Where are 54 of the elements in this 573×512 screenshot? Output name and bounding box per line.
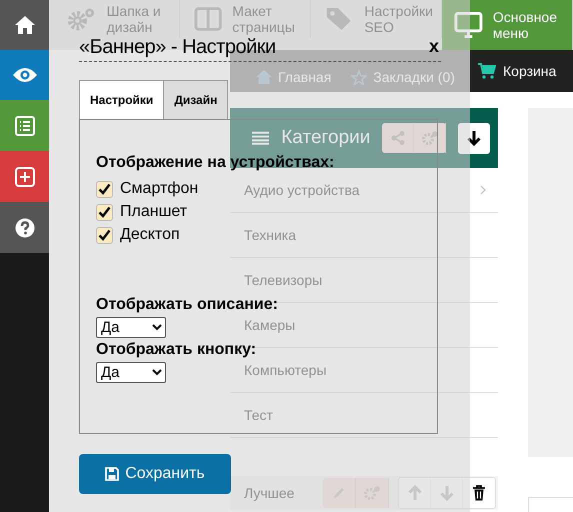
sidebar-button[interactable]	[0, 0, 49, 50]
section-heading: Отображение на устройствах:	[96, 154, 334, 172]
checkbox-label: Смартфон	[120, 180, 198, 198]
list-icon	[14, 116, 34, 136]
eye-icon	[12, 67, 38, 83]
featured-label: Лучшее	[244, 485, 296, 501]
checkbox-label: Десктоп	[120, 226, 180, 244]
categories-title: Категории	[281, 127, 370, 149]
save-button[interactable]: Сохранить	[79, 454, 231, 494]
field-label: Отображать кнопку:	[96, 341, 256, 359]
gears-icon	[420, 130, 439, 146]
sidebar-button[interactable]	[0, 151, 49, 202]
tab[interactable]: Дизайн	[164, 80, 228, 119]
sidebar-button[interactable]	[0, 202, 49, 253]
arrow-up-icon	[408, 485, 422, 501]
toolbar-item[interactable]: Основное меню	[442, 0, 573, 50]
arrow-down-icon	[467, 130, 482, 146]
category-item[interactable]: Компьютеры	[244, 362, 327, 378]
menu-icon	[252, 131, 270, 145]
toolbar-item[interactable]: Макет страницы	[180, 0, 311, 38]
sidebar-button[interactable]	[0, 50, 49, 100]
toolbar-item[interactable]: Настройки SEO	[311, 0, 442, 38]
checkbox[interactable]	[96, 226, 113, 244]
category-item[interactable]: Аудио устройства	[244, 182, 360, 198]
home-icon	[14, 15, 36, 35]
share-icon	[390, 131, 405, 145]
cart-link[interactable]: Корзина	[470, 50, 573, 92]
toolbar-item[interactable]: Шапка и дизайн	[49, 0, 180, 38]
checkbox[interactable]	[96, 180, 113, 198]
category-item[interactable]: Техника	[244, 227, 296, 243]
layout-icon	[194, 6, 222, 32]
move-down-button[interactable]	[458, 122, 490, 154]
category-item[interactable]: Тест	[244, 407, 273, 423]
cart-icon	[478, 63, 496, 79]
home-icon	[256, 70, 272, 84]
category-item[interactable]: Камеры	[244, 317, 296, 333]
monitor-icon	[454, 11, 483, 39]
arrow-down-icon	[440, 485, 454, 501]
dialog-title: «Баннер» - Настройки	[79, 37, 276, 57]
sidebar-button[interactable]	[0, 100, 49, 151]
category-item[interactable]: Телевизоры	[244, 272, 322, 288]
star-icon	[351, 70, 368, 84]
tab[interactable]: Настройки	[79, 80, 164, 119]
field-label: Отображать описание:	[96, 296, 278, 314]
dropdown[interactable]: Да	[96, 317, 166, 338]
help-icon	[14, 218, 34, 238]
trash-icon	[472, 485, 486, 501]
pencil-icon	[332, 486, 346, 500]
checkbox-label: Планшет	[120, 203, 188, 221]
gears-icon	[363, 485, 381, 501]
dropdown[interactable]: Да	[96, 362, 166, 383]
close-button[interactable]: x	[426, 36, 441, 57]
plus-icon	[14, 166, 34, 186]
checkbox[interactable]	[96, 204, 113, 220]
